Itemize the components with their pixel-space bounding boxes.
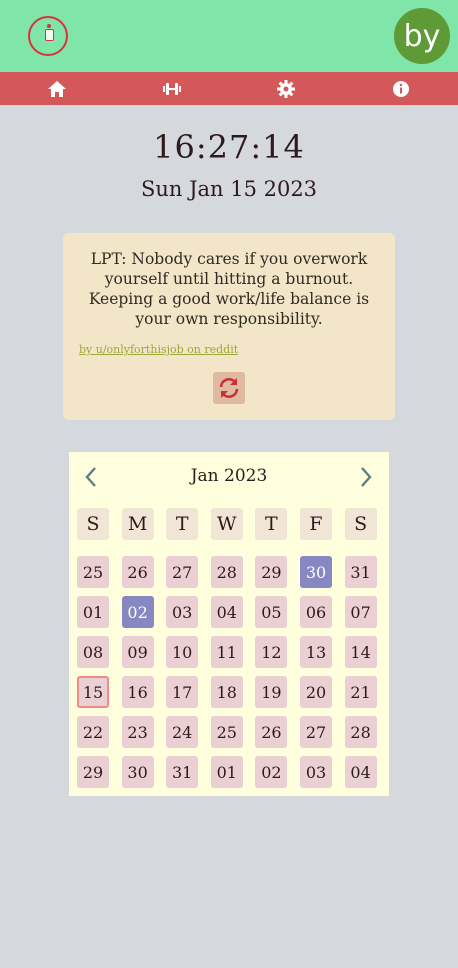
calendar-day[interactable]: 25 <box>210 716 243 748</box>
clock-time: 16:27:14 <box>153 128 305 166</box>
dumbbell-icon <box>162 82 181 95</box>
refresh-icon <box>219 378 239 398</box>
quote-text: LPT: Nobody cares if you overwork yourse… <box>88 250 370 328</box>
calendar-header: Jan 2023 <box>69 462 389 492</box>
calendar-day[interactable]: 22 <box>77 716 109 748</box>
user-avatar[interactable]: by <box>394 8 450 64</box>
calendar-day[interactable]: 07 <box>344 596 377 628</box>
weekday-label: T <box>166 508 199 540</box>
calendar-day[interactable]: 24 <box>166 716 199 748</box>
calendar-day[interactable]: 13 <box>300 636 332 668</box>
next-month-button[interactable] <box>353 464 379 490</box>
calendar-week-row: 01 02 03 04 05 06 07 <box>77 596 381 628</box>
calendar-day[interactable]: 26 <box>255 716 288 748</box>
calendar-day[interactable]: 19 <box>255 676 288 708</box>
calendar-day[interactable]: 27 <box>166 556 199 588</box>
calendar-day[interactable]: 28 <box>210 556 243 588</box>
calendar-day[interactable]: 31 <box>166 756 199 788</box>
nav-bar <box>0 72 458 105</box>
weekday-label: W <box>210 508 243 540</box>
calendar-day[interactable]: 17 <box>166 676 199 708</box>
calendar-day[interactable]: 30 <box>300 556 332 588</box>
calendar-day[interactable]: 29 <box>77 756 109 788</box>
weekday-label: S <box>77 508 109 540</box>
calendar-day[interactable]: 16 <box>121 676 154 708</box>
calendar-day[interactable]: 01 <box>77 596 109 628</box>
calendar-month-title: Jan 2023 <box>190 466 268 486</box>
calendar-day[interactable]: 23 <box>121 716 154 748</box>
weekday-header-row: SMTWTFS <box>77 508 381 540</box>
calendar-day[interactable]: 06 <box>300 596 332 628</box>
calendar-day[interactable]: 03 <box>300 756 332 788</box>
calendar-week-row: 25 26 27 28 29 30 31 <box>77 556 381 588</box>
calendar-week-row: 08 09 10 11 12 13 14 <box>77 636 381 668</box>
weekday-label: M <box>121 508 154 540</box>
calendar: Jan 2023 SMTWTFS 25 26 27 28 29 30 31 01 02 03 04 0… <box>69 452 389 796</box>
calendar-day[interactable]: 29 <box>255 556 288 588</box>
quote-card: LPT: Nobody cares if you overwork yourse… <box>63 233 395 420</box>
calendar-day[interactable]: 14 <box>344 636 377 668</box>
calendar-day[interactable]: 31 <box>344 556 377 588</box>
calendar-day[interactable]: 09 <box>121 636 154 668</box>
nav-home[interactable] <box>0 72 115 105</box>
calendar-day[interactable]: 12 <box>255 636 288 668</box>
home-icon <box>48 80 67 97</box>
nav-settings[interactable] <box>229 72 344 105</box>
calendar-day[interactable]: 21 <box>344 676 377 708</box>
calendar-day[interactable]: 26 <box>121 556 154 588</box>
quote-source-link[interactable]: by u/onlyforthisjob on reddit <box>79 343 238 356</box>
calendar-day[interactable]: 08 <box>77 636 109 668</box>
nav-info[interactable] <box>344 72 458 105</box>
calendar-day[interactable]: 20 <box>300 676 332 708</box>
calendar-day[interactable]: 04 <box>344 756 377 788</box>
info-icon <box>392 80 409 97</box>
calendar-day[interactable]: 25 <box>77 556 109 588</box>
clock-date: Sun Jan 15 2023 <box>140 177 318 201</box>
calendar-day[interactable]: 05 <box>255 596 288 628</box>
calendar-day[interactable]: 15 <box>77 676 109 708</box>
weekday-label: T <box>255 508 288 540</box>
calendar-day[interactable]: 18 <box>210 676 243 708</box>
gear-icon <box>277 79 296 98</box>
calendar-day[interactable]: 28 <box>344 716 377 748</box>
calendar-day[interactable]: 02 <box>121 596 154 628</box>
calendar-day[interactable]: 04 <box>210 596 243 628</box>
refresh-quote-button[interactable] <box>213 372 245 404</box>
calendar-day[interactable]: 03 <box>166 596 199 628</box>
calendar-week-row: 29 30 31 01 02 03 04 <box>77 756 381 788</box>
app-header: by <box>0 0 458 72</box>
nav-workout[interactable] <box>115 72 230 105</box>
calendar-day[interactable]: 30 <box>121 756 154 788</box>
calendar-day[interactable]: 01 <box>210 756 243 788</box>
calendar-week-row: 22 23 24 25 26 27 28 <box>77 716 381 748</box>
weekday-label: S <box>344 508 377 540</box>
calendar-day[interactable]: 10 <box>166 636 199 668</box>
calendar-day[interactable]: 11 <box>210 636 243 668</box>
person-icon <box>45 24 54 41</box>
calendar-day[interactable]: 27 <box>300 716 332 748</box>
calendar-week-row: 15 16 17 18 19 20 21 <box>77 676 381 708</box>
app-logo[interactable] <box>28 16 68 56</box>
calendar-day[interactable]: 02 <box>255 756 288 788</box>
chevron-right-icon <box>361 467 372 487</box>
weekday-label: F <box>300 508 332 540</box>
